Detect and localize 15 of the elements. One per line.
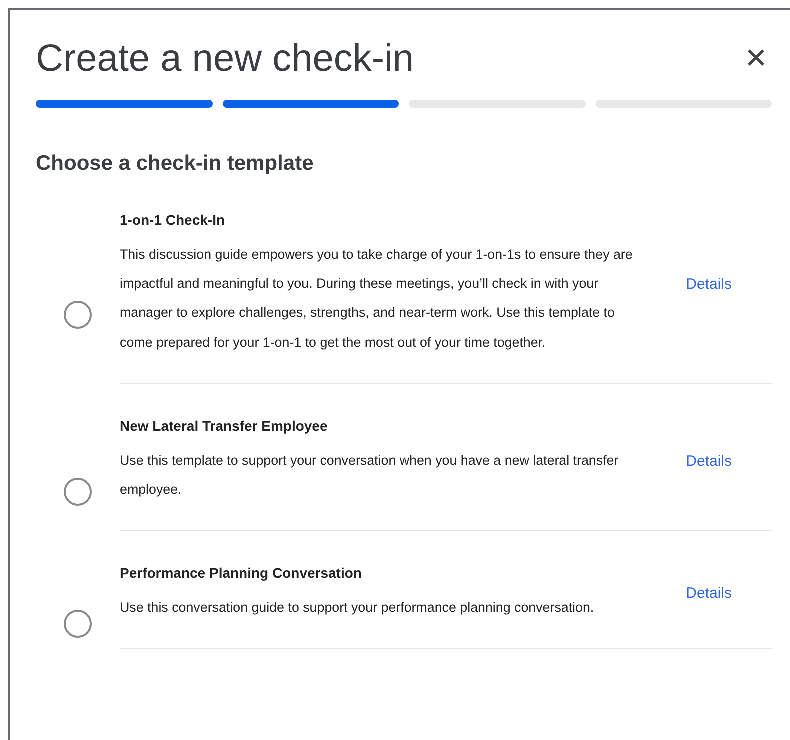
radio-button[interactable]: [64, 478, 92, 506]
details-link[interactable]: Details: [686, 452, 732, 470]
radio-button[interactable]: [64, 300, 92, 329]
radio-button[interactable]: [64, 610, 92, 638]
template-title: 1-on-1 Check-In: [120, 212, 226, 228]
template-description: Use this template to support your conversation when you have a new lateral transfer employee.: [120, 452, 620, 500]
template-title: Performance Planning Conversation: [120, 565, 363, 582]
section-heading: Choose a check-in template: [36, 152, 315, 176]
template-description: Use this conversation guide to support your performance planning conversation.: [120, 599, 596, 618]
close-button[interactable]: ✕: [740, 45, 772, 73]
template-description: This discussion guide empowers you to take charge of your 1-on-1s to ensure they are impactful and meaningful to you. During these meetings, you’ll check in with your manager to explore challenges, strengths, and near-term work. Use this template to come prepared for your 1-on-1 to get the most out of your time together.: [120, 246, 634, 352]
dialog-title: Create a new check-in: [36, 37, 414, 82]
details-link[interactable]: Details: [686, 585, 732, 602]
template-title: New Lateral Transfer Employee: [120, 418, 329, 434]
details-link[interactable]: Details: [686, 276, 732, 293]
